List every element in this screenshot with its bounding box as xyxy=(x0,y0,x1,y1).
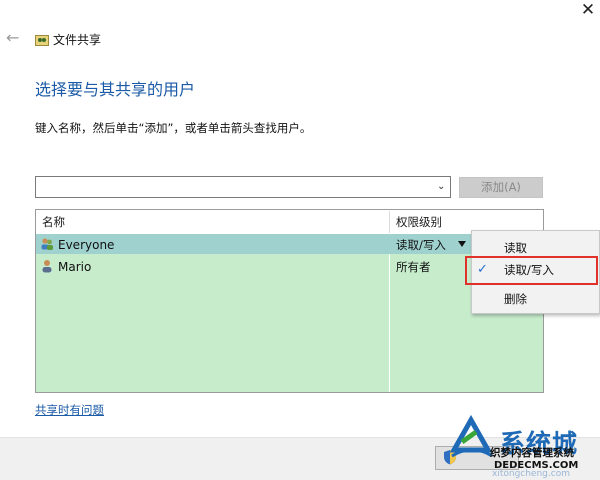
instructions-text: 键入名称，然后单击“添加”，或者单击箭头查找用户。 xyxy=(35,121,312,135)
table-header xyxy=(36,210,543,234)
watermark-text: 织梦内容管理系统 xyxy=(490,447,574,459)
dropdown-arrow-icon[interactable] xyxy=(458,241,466,247)
window-title: 文件共享 xyxy=(53,33,102,47)
add-button[interactable]: 添加(A) xyxy=(459,177,543,198)
menu-item-remove[interactable]: 删除 xyxy=(504,291,527,307)
column-header-permission[interactable]: 权限级别 xyxy=(396,214,442,230)
group-icon xyxy=(41,238,53,250)
close-button[interactable]: ✕ xyxy=(578,0,598,22)
row-permission-label: 所有者 xyxy=(396,260,431,274)
row-user-name: Mario xyxy=(58,260,92,274)
watermark-url-faint: xitongcheng.com xyxy=(492,469,570,479)
column-divider xyxy=(389,234,390,392)
row-user-name: Everyone xyxy=(58,238,115,252)
menu-item-read[interactable]: 读取 xyxy=(504,240,527,256)
user-icon xyxy=(42,260,52,273)
chevron-down-icon[interactable]: ⌄ xyxy=(437,181,449,193)
folder-share-icon xyxy=(35,35,49,46)
column-header-name[interactable]: 名称 xyxy=(42,214,65,230)
user-name-input[interactable] xyxy=(35,176,451,198)
annotation-highlight-box xyxy=(465,256,598,285)
row-permission-select[interactable]: 读取/写入 xyxy=(396,237,446,253)
back-arrow-icon[interactable]: ← xyxy=(6,30,20,46)
column-divider xyxy=(389,211,390,233)
watermark-logo-icon xyxy=(449,414,493,458)
help-link[interactable]: 共享时有问题 xyxy=(35,402,104,418)
page-title: 选择要与其共享的用户 xyxy=(35,80,196,99)
